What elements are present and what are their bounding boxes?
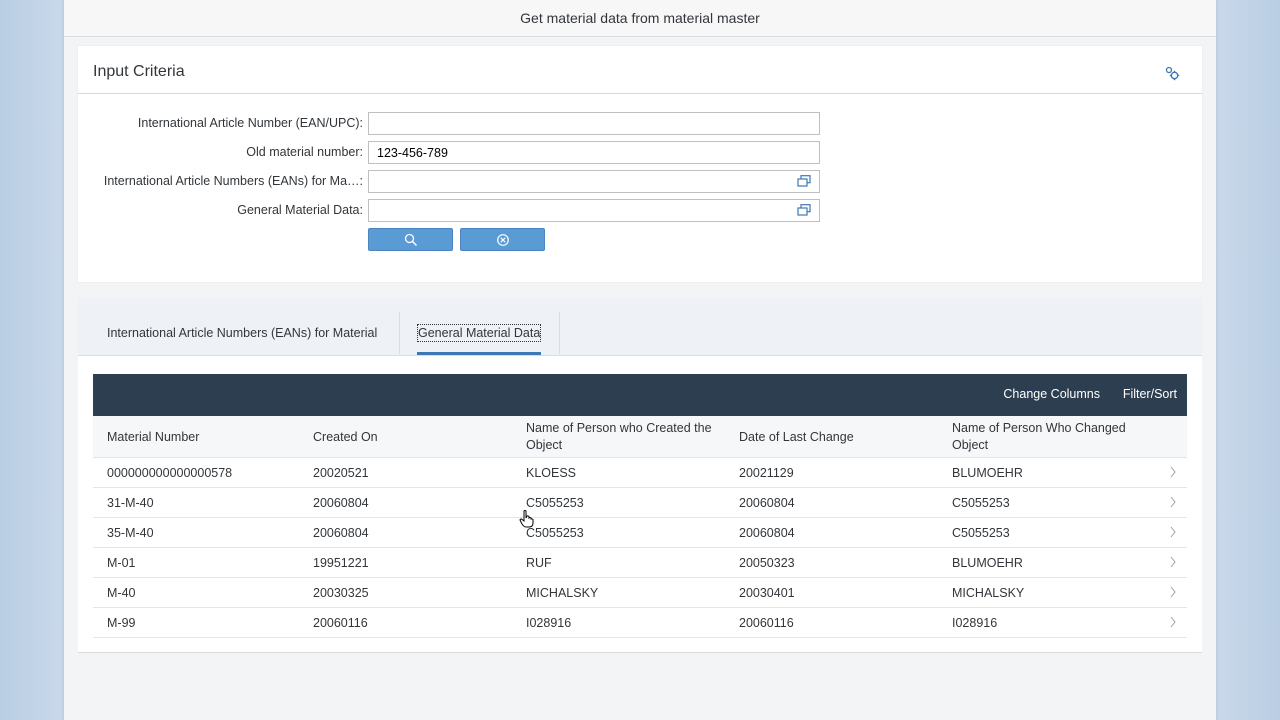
- app-page: Get material data from material master I…: [64, 0, 1216, 720]
- created-by-cell: I028916: [526, 616, 572, 630]
- created-on-cell: 19951221: [313, 556, 369, 570]
- last-change-cell: 20060804: [739, 496, 795, 510]
- last-change-cell: 20050323: [739, 556, 795, 570]
- chevron-right-icon: [1170, 586, 1176, 598]
- table-row[interactable]: 000000000000000578 20020521 KLOESS 20021…: [93, 458, 1187, 488]
- reset-icon: [496, 233, 509, 246]
- general-data-label: General Material Data:: [237, 203, 363, 217]
- ean-input[interactable]: [368, 112, 820, 135]
- created-by-cell: KLOESS: [526, 466, 577, 480]
- changed-by-cell: C5055253: [952, 526, 1010, 540]
- chevron-right-icon: [1170, 616, 1176, 628]
- value-help-icon[interactable]: [797, 175, 811, 187]
- material-number-cell: M-01: [107, 556, 136, 570]
- form-row-general-data: General Material Data:: [78, 199, 838, 222]
- form-row-eans-for-material: International Article Numbers (EANs) for…: [78, 170, 838, 193]
- chevron-right-icon: [1170, 556, 1176, 568]
- general-data-input[interactable]: [368, 199, 820, 222]
- created-by-cell: RUF: [526, 556, 552, 570]
- material-number-cell: 35-M-40: [107, 526, 154, 540]
- table-row[interactable]: 31-M-40 20060804 C5055253 20060804 C5055…: [93, 488, 1187, 518]
- tab-divider: [559, 312, 560, 354]
- settings-icon[interactable]: [1164, 65, 1180, 81]
- changed-by-cell: I028916: [952, 616, 998, 630]
- panel-header: Input Criteria: [78, 46, 1202, 94]
- reset-button[interactable]: [460, 228, 545, 251]
- active-tab-indicator: [417, 352, 542, 355]
- column-header[interactable]: Date of Last Change: [739, 429, 854, 446]
- panel-title: Input Criteria: [93, 63, 185, 80]
- created-on-cell: 20060804: [313, 496, 369, 510]
- tab-general-material-data[interactable]: General Material Data: [417, 298, 542, 355]
- chevron-right-icon: [1170, 496, 1176, 508]
- changed-by-cell: MICHALSKY: [952, 586, 1025, 600]
- created-on-cell: 20020521: [313, 466, 369, 480]
- table-row[interactable]: M-01 19951221 RUF 20050323 BLUMOEHR: [93, 548, 1187, 578]
- window-title: Get material data from material master: [64, 0, 1216, 37]
- chevron-right-icon: [1170, 466, 1176, 478]
- table-row[interactable]: M-99 20060116 I028916 20060116 I028916: [93, 608, 1187, 638]
- tab-bar: International Article Numbers (EANs) for…: [78, 298, 1202, 356]
- old-material-input[interactable]: [368, 141, 820, 164]
- material-number-cell: 31-M-40: [107, 496, 154, 510]
- old-material-label: Old material number:: [246, 145, 363, 159]
- search-button[interactable]: [368, 228, 453, 251]
- created-on-cell: 20060116: [313, 616, 368, 630]
- created-on-cell: 20060804: [313, 526, 369, 540]
- column-header[interactable]: Created On: [313, 429, 378, 446]
- table-row[interactable]: M-40 20030325 MICHALSKY 20030401 MICHALS…: [93, 578, 1187, 608]
- table-container: Change Columns Filter/Sort Material Numb…: [78, 356, 1202, 653]
- column-header[interactable]: Name of Person Who Changed Object: [952, 420, 1152, 454]
- table-header: Material Number Created On Name of Perso…: [93, 416, 1187, 458]
- form-row-ean: International Article Number (EAN/UPC):: [78, 112, 838, 135]
- last-change-cell: 20060804: [739, 526, 795, 540]
- last-change-cell: 20030401: [739, 586, 795, 600]
- tab-divider: [399, 312, 400, 354]
- eans-for-material-input[interactable]: [368, 170, 820, 193]
- created-by-cell: C5055253: [526, 526, 584, 540]
- form-row-old-material: Old material number:: [78, 141, 838, 164]
- changed-by-cell: BLUMOEHR: [952, 466, 1023, 480]
- created-by-cell: C5055253: [526, 496, 584, 510]
- chevron-right-icon: [1170, 526, 1176, 538]
- value-help-icon[interactable]: [797, 204, 811, 216]
- table-row[interactable]: 35-M-40 20060804 C5055253 20060804 C5055…: [93, 518, 1187, 548]
- search-icon: [404, 233, 417, 246]
- material-number-cell: 000000000000000578: [107, 466, 233, 480]
- column-header[interactable]: Name of Person who Created the Object: [526, 420, 726, 454]
- last-change-cell: 20060116: [739, 616, 794, 630]
- tab-eans-for-material[interactable]: International Article Numbers (EANs) for…: [107, 298, 377, 355]
- ean-label: International Article Number (EAN/UPC):: [137, 116, 363, 130]
- created-on-cell: 20030325: [313, 586, 369, 600]
- material-number-cell: M-40: [107, 586, 136, 600]
- input-criteria-panel: Input Criteria International Article Num…: [78, 46, 1202, 282]
- column-header[interactable]: Material Number: [107, 429, 199, 446]
- tab-label: General Material Data: [417, 324, 542, 342]
- filter-sort-button[interactable]: Filter/Sort: [1123, 387, 1177, 401]
- tab-label: International Article Numbers (EANs) for…: [107, 326, 378, 340]
- table-toolbar: Change Columns Filter/Sort: [93, 374, 1187, 416]
- changed-by-cell: C5055253: [952, 496, 1010, 510]
- change-columns-button[interactable]: Change Columns: [1003, 387, 1100, 401]
- material-number-cell: M-99: [107, 616, 136, 630]
- created-by-cell: MICHALSKY: [526, 586, 599, 600]
- hand-cursor-icon: [519, 510, 534, 528]
- changed-by-cell: BLUMOEHR: [952, 556, 1023, 570]
- eans-for-material-label: International Article Numbers (EANs) for…: [103, 174, 363, 188]
- last-change-cell: 20021129: [739, 466, 794, 480]
